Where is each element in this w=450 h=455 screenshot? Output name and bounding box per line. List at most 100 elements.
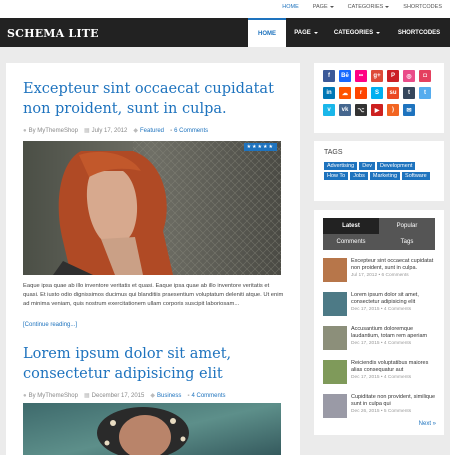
woman-portrait-image (23, 141, 281, 275)
main-nav: HOME PAGE CATEGORIES SHORTCODES (248, 18, 450, 47)
post-category[interactable]: ◆ Business (150, 392, 181, 399)
post-thumbnail[interactable] (323, 326, 347, 350)
post-2: Lorem ipsum dolor sit amet, consectetur … (23, 344, 285, 399)
post-comments[interactable]: ▪ 6 Comments (170, 128, 208, 134)
tab-latest[interactable]: Latest (323, 218, 379, 234)
linkedin-icon[interactable]: in (323, 87, 335, 99)
main-nav-shortcodes[interactable]: SHORTCODES (388, 18, 450, 47)
main-nav-categories[interactable]: CATEGORIES (326, 18, 388, 47)
rss-icon[interactable]: ) (387, 104, 399, 116)
flickr-icon[interactable]: •• (355, 70, 367, 82)
social-widget: f Bē •• g+ P ◎ ◘ in ☁ r Ssu t t v vk ⌥ ▶) ✉ (314, 63, 444, 133)
post-1-featured-image[interactable]: ★★★★★ (23, 141, 281, 275)
email-icon[interactable]: ✉ (403, 104, 415, 116)
woman-water-image (23, 403, 281, 455)
tab-comments[interactable]: Comments (323, 234, 379, 250)
post-author[interactable]: ● By MyThemeShop (23, 128, 78, 134)
post-thumbnail[interactable] (323, 292, 347, 316)
main-nav-categories-label: CATEGORIES (333, 29, 374, 36)
list-item[interactable]: Lorem ipsum dolor sit amet, consectetur … (323, 292, 439, 326)
recent-post-comments[interactable]: 4 Comments (384, 375, 411, 380)
tabs-widget: Latest Popular Comments Tags Excepteur s… (314, 210, 444, 435)
list-item[interactable]: Excepteur sint occaecat cupidatat non pr… (323, 258, 439, 292)
post-author-label: By MyThemeShop (28, 127, 78, 134)
post-excerpt: Eaque ipsa quae ab illo inventore verita… (23, 283, 284, 307)
post-thumbnail[interactable] (323, 360, 347, 384)
tag-cloud: Advertising Dev Development How To Jobs … (324, 162, 440, 180)
recent-post-date: Jul 17, 2012 (351, 273, 378, 278)
skype-icon[interactable]: S (371, 87, 383, 99)
chevron-down-icon (313, 31, 318, 34)
recent-post-title[interactable]: Lorem ipsum dolor sit amet, consectetur … (351, 292, 439, 306)
calendar-icon: ▦ (83, 393, 90, 399)
tag-link[interactable]: Dev (359, 162, 375, 170)
tag-link[interactable]: Software (402, 172, 430, 180)
pinterest-icon[interactable]: P (387, 70, 399, 82)
recent-post-title[interactable]: Reiciendis voluptatibus maiores alias co… (351, 360, 439, 374)
post-category-label: Business (156, 393, 182, 399)
tag-link[interactable]: Jobs (350, 172, 368, 180)
reddit-icon[interactable]: r (355, 87, 367, 99)
google-plus-icon[interactable]: g+ (371, 70, 383, 82)
top-nav-page[interactable]: PAGE (313, 4, 334, 10)
main-content: Excepteur sint occaecat cupidatat non pr… (6, 63, 300, 455)
tag-link[interactable]: Marketing (369, 172, 401, 180)
twitter-icon[interactable]: t (419, 87, 431, 99)
list-item[interactable]: Reiciendis voluptatibus maiores alias co… (323, 360, 439, 394)
dribbble-icon[interactable]: ◎ (403, 70, 415, 82)
top-nav-page-label: PAGE (312, 4, 328, 10)
post-author[interactable]: ● By MyThemeShop (23, 393, 78, 399)
tag-link[interactable]: Development (377, 162, 416, 170)
post-title[interactable]: Excepteur sint occaecat cupidatat non pr… (23, 79, 285, 119)
stumbleupon-icon[interactable]: su (387, 87, 399, 99)
post-thumbnail[interactable] (323, 258, 347, 282)
recent-post-title[interactable]: Accusantium doloremque laudantium, totam… (351, 326, 439, 340)
vk-icon[interactable]: vk (339, 104, 351, 116)
tags-widget-title: TAGS (324, 149, 343, 156)
github-icon[interactable]: ⌥ (355, 104, 367, 116)
site-logo[interactable]: SCHEMA LITE (7, 27, 99, 40)
youtube-icon[interactable]: ▶ (371, 104, 383, 116)
behance-icon[interactable]: Bē (339, 70, 351, 82)
recent-post-title[interactable]: Excepteur sint occaecat cupidatat non pr… (351, 258, 439, 272)
list-item[interactable]: Accusantium doloremque laudantium, totam… (323, 326, 439, 360)
post-date: ▦ July 17, 2012 (84, 127, 127, 134)
post-comments-label: 4 Comments (191, 392, 226, 399)
post-comments[interactable]: ▪ 4 Comments (187, 393, 225, 399)
top-nav-shortcodes[interactable]: SHORTCODES (403, 4, 442, 10)
tab-tags[interactable]: Tags (379, 234, 435, 250)
post-comments-label: 6 Comments (174, 127, 209, 134)
recent-post-comments[interactable]: 6 Comments (382, 273, 409, 278)
recent-post-comments[interactable]: 4 Comments (384, 341, 411, 346)
chevron-down-icon (376, 31, 381, 34)
main-nav-page[interactable]: PAGE (286, 18, 326, 47)
tab-popular[interactable]: Popular (379, 218, 435, 234)
post-meta: ● By MyThemeShop ▦ December 17, 2015 ◆ Busi… (23, 392, 285, 400)
soundcloud-icon[interactable]: ☁ (339, 87, 351, 99)
post-title[interactable]: Lorem ipsum dolor sit amet, consectetur … (23, 344, 285, 384)
tag-link[interactable]: How To (324, 172, 349, 180)
top-nav: HOME PAGE CATEGORIES SHORTCODES (282, 4, 442, 10)
recent-post-comments[interactable]: 5 Comments (384, 409, 411, 414)
recent-posts-list: Excepteur sint occaecat cupidatat non pr… (323, 258, 439, 428)
main-nav-home[interactable]: HOME (248, 18, 286, 47)
recent-post-date: Dec 17, 2015 (351, 375, 380, 380)
post-category[interactable]: ◆ Featured (133, 127, 164, 134)
recent-post-comments[interactable]: 4 Comments (384, 307, 411, 312)
top-nav-categories[interactable]: CATEGORIES (348, 4, 390, 10)
tag-link[interactable]: Advertising (324, 162, 358, 170)
vimeo-icon[interactable]: v (323, 104, 335, 116)
tumblr-icon[interactable]: t (403, 87, 415, 99)
facebook-icon[interactable]: f (323, 70, 335, 82)
social-icons-grid: f Bē •• g+ P ◎ ◘ in ☁ r Ssu t t v vk ⌥ ▶) ✉ (323, 70, 431, 116)
recent-post-date: Dec 26, 2015 (351, 409, 380, 414)
top-nav-categories-label: CATEGORIES (347, 4, 384, 10)
continue-reading-link[interactable]: [Continue reading...] (23, 322, 77, 328)
post-2-featured-image[interactable] (23, 403, 281, 455)
recent-post-title[interactable]: Cupiditate non provident, similique sunt… (351, 394, 439, 408)
top-nav-home[interactable]: HOME (282, 4, 299, 10)
next-page-link[interactable]: Next » (419, 421, 436, 427)
post-thumbnail[interactable] (323, 394, 347, 418)
instagram-icon[interactable]: ◘ (419, 70, 431, 82)
post-1: Excepteur sint occaecat cupidatat non pr… (23, 79, 285, 134)
